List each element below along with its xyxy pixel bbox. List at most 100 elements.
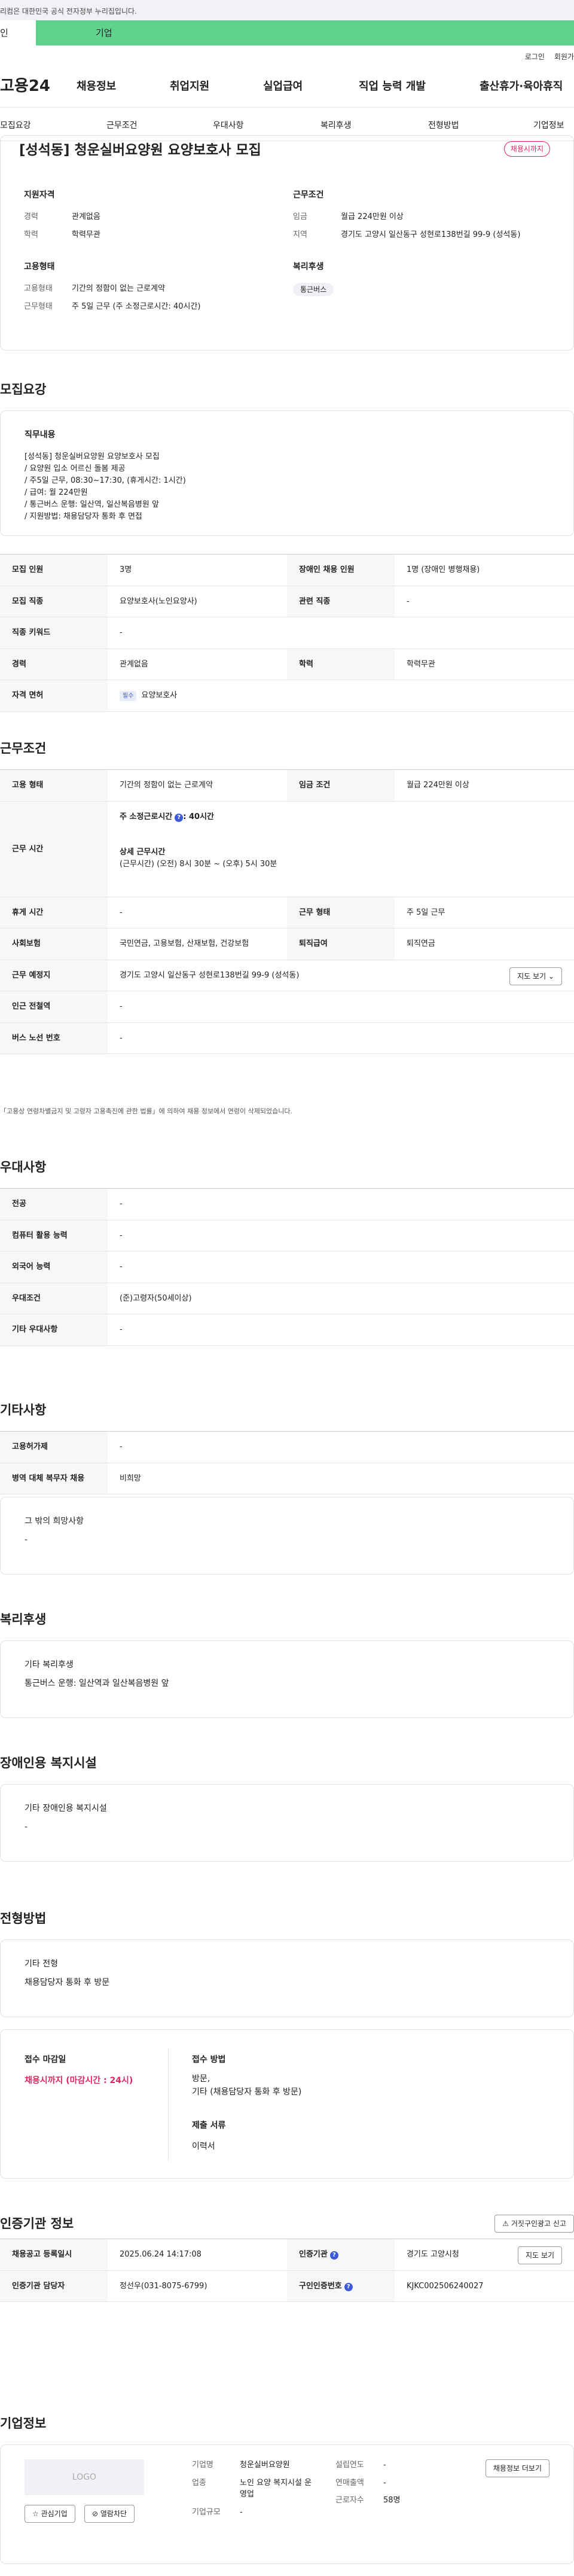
th: 퇴직급여: [287, 928, 395, 960]
company-fields: 기업명 청운실버요양원 업종 노인 요양 복지시설 운영업 기업규모 -: [192, 2459, 317, 2524]
gov-bar: 리컴은 대한민국 공식 전자정부 누리집입니다.: [0, 0, 574, 20]
company-card: LOGO ☆ 관심기업 ⊘ 열람차단 기업명 청운실버요양원 업종 노인 요양 복지…: [0, 2444, 574, 2564]
td: 정선우(031-8075-6799): [120, 2281, 207, 2291]
anchor-pref[interactable]: 우대사항: [213, 120, 244, 132]
td: 월급 224만원 이상: [407, 781, 469, 790]
tab-company[interactable]: 기업: [36, 20, 574, 45]
age-note: 「고용상 연령차별금지 및 고령자 고용촉진에 관한 법률」에 의하여 채용 정…: [0, 1107, 292, 1115]
welfare-chip: 통근버스: [293, 283, 334, 296]
cert-map-button[interactable]: 지도 보기: [518, 2246, 562, 2264]
th: 경력: [0, 648, 108, 680]
td: -: [120, 1231, 123, 1240]
nav-unemployment[interactable]: 실업급여: [263, 78, 303, 95]
required-badge: 필수: [120, 691, 137, 701]
qual-title: 지원자격: [24, 190, 55, 200]
td: KJKC002506240027: [407, 2281, 484, 2291]
th: 기타 우대사항: [0, 1314, 108, 1345]
td: 퇴직연금: [407, 939, 435, 948]
pref-table: 전공 - 컴퓨터 활용 능력 - 외국어 능력 - 우대조건 (준)고령자(50세이상)…: [0, 1188, 574, 1346]
nav-leave[interactable]: 출산휴가·육아휴직: [480, 78, 563, 95]
qual-key: 경력: [24, 212, 38, 221]
th: 모집 직종: [0, 586, 108, 617]
nav-jobs[interactable]: 채용정보: [77, 78, 116, 95]
th: 병역 대체 복무자 채용: [0, 1463, 108, 1494]
selection-box: 기타 전형 채용담당자 통화 후 방문: [0, 1939, 574, 2017]
block-icon: ⊘: [92, 2510, 100, 2518]
td: 기간의 정함이 없는 근로계약: [120, 781, 213, 790]
info-icon[interactable]: ?: [329, 2251, 338, 2260]
hours-sub: 상세 근무시간: [120, 848, 166, 857]
etc-title: 기타사항: [0, 1403, 47, 1417]
anchor-company[interactable]: 기업정보: [533, 120, 564, 132]
report-button[interactable]: ⚠ 거짓구인광고 신고: [494, 2215, 574, 2233]
th: 우대조건: [0, 1283, 108, 1314]
work-table: 고용 형태 기간의 정함이 없는 근로계약 임금 조건 월급 224만원 이상 근무 …: [0, 769, 574, 1054]
gov-notice: 리컴은 대한민국 공식 전자정부 누리집입니다.: [0, 7, 137, 16]
block-company-button[interactable]: ⊘ 열람차단: [84, 2505, 135, 2523]
block-label: 열람차단: [100, 2510, 127, 2518]
duty-title: 직무내용: [25, 430, 56, 440]
th: 컴퓨터 활용 능력: [0, 1220, 108, 1251]
fav-company-button[interactable]: ☆ 관심기업: [25, 2505, 75, 2523]
th: 채용공고 등록일시: [0, 2239, 108, 2270]
td: -: [120, 1262, 123, 1271]
signup-link[interactable]: 회원가: [554, 53, 574, 61]
th: 인근 전철역: [0, 991, 108, 1022]
field-key: 기업명: [192, 2461, 213, 2470]
etc-table: 고용허가제 - 병역 대체 복무자 채용 비희망: [0, 1431, 574, 1494]
td: 3명: [120, 565, 132, 574]
anchor-recruit[interactable]: 모집요강: [0, 120, 31, 132]
th: 자격 면허: [0, 680, 108, 711]
field-key: 업종: [192, 2478, 206, 2487]
field-value: 청운실버요양원: [240, 2461, 290, 2470]
duty-card: 직무내용 [성석동] 청운실버요양원 요양보호사 모집 / 요양원 입소 어르신…: [0, 410, 574, 536]
deadline-value: 채용시까지 (마감시간 : 24시): [25, 2076, 133, 2085]
emp-key: 고용형태: [24, 284, 53, 293]
tab-personal[interactable]: 인: [0, 20, 36, 45]
emp-value: 주 5일 근무 (주 소정근로시간: 40시간): [72, 302, 201, 311]
th: 외국어 능력: [0, 1252, 108, 1283]
anchor-selection[interactable]: 전형방법: [428, 120, 459, 132]
welfare-section-title: 복리후생: [0, 1612, 47, 1627]
info-icon[interactable]: ?: [344, 2282, 353, 2291]
th: 휴게 시간: [0, 897, 108, 928]
recruit-title: 모집요강: [0, 382, 47, 397]
report-label: 거짓구인광고 신고: [511, 2219, 566, 2228]
anchor-work[interactable]: 근무조건: [106, 120, 138, 132]
apply-card: 접수 마감일 채용시까지 (마감시간 : 24시) 접수 방법 방문, 기타 (…: [0, 2029, 574, 2179]
duty-line: / 통근버스 운행: 일산역, 일산복음병원 앞: [25, 500, 159, 509]
td: -: [120, 1442, 123, 1451]
anchor-welfare[interactable]: 복리후생: [320, 120, 352, 132]
method-value: 방문,: [192, 2074, 210, 2084]
utility-nav: 로그인 회원가: [0, 45, 574, 66]
td: -: [120, 1325, 123, 1334]
qual-value: 관계없음: [72, 212, 100, 221]
emp-key: 근무형태: [24, 302, 53, 311]
nav-employment-support[interactable]: 취업지원: [170, 78, 209, 95]
info-icon[interactable]: ?: [175, 813, 184, 822]
nav-training[interactable]: 직업 능력 개발: [359, 78, 426, 95]
map-toggle-button[interactable]: 지도 보기 ⌄: [509, 967, 562, 985]
more-jobs-button[interactable]: 채용정보 더보기: [485, 2459, 549, 2477]
th: 인증기관: [299, 2250, 328, 2259]
main-nav: 고용24 채용정보 취업지원 실업급여 직업 능력 개발 출산휴가·육아휴직: [0, 66, 574, 108]
duty-line: / 요양원 입소 어르신 돌봄 제공: [25, 464, 126, 473]
company-title: 기업정보: [0, 2416, 47, 2431]
th: 인증기관 담당자: [0, 2270, 108, 2301]
duty-line: / 주5일 근무, 08:30~17:30, (휴게시간: 1시간): [25, 476, 186, 485]
login-link[interactable]: 로그인: [525, 53, 545, 61]
logo[interactable]: 고용24: [0, 75, 75, 98]
cond-value: 월급 224만원 이상: [341, 212, 404, 221]
td: -: [120, 908, 123, 917]
method-value: 기타 (채용담당자 통화 후 방문): [192, 2087, 302, 2097]
etc-box-title: 그 밖의 희망사항: [25, 1517, 84, 1526]
cond-key: 임금: [293, 212, 307, 221]
hours-main: 주 소정근로시간: [120, 812, 173, 821]
company-section: 기업정보 LOGO ☆ 관심기업 ⊘ 열람차단 기업명 청운실버요양원 업종 노인 …: [0, 2414, 574, 2576]
divider: [168, 2048, 169, 2161]
qual-key: 학력: [24, 230, 38, 239]
duty-line: / 지원방법: 채용담당자 통화 후 면접: [25, 512, 142, 521]
th: 전공: [0, 1189, 108, 1220]
td: 경기도 고양시 일산동구 성현로138번길 99-9 (성석동): [120, 970, 300, 980]
method-key: 접수 방법: [192, 2055, 226, 2065]
